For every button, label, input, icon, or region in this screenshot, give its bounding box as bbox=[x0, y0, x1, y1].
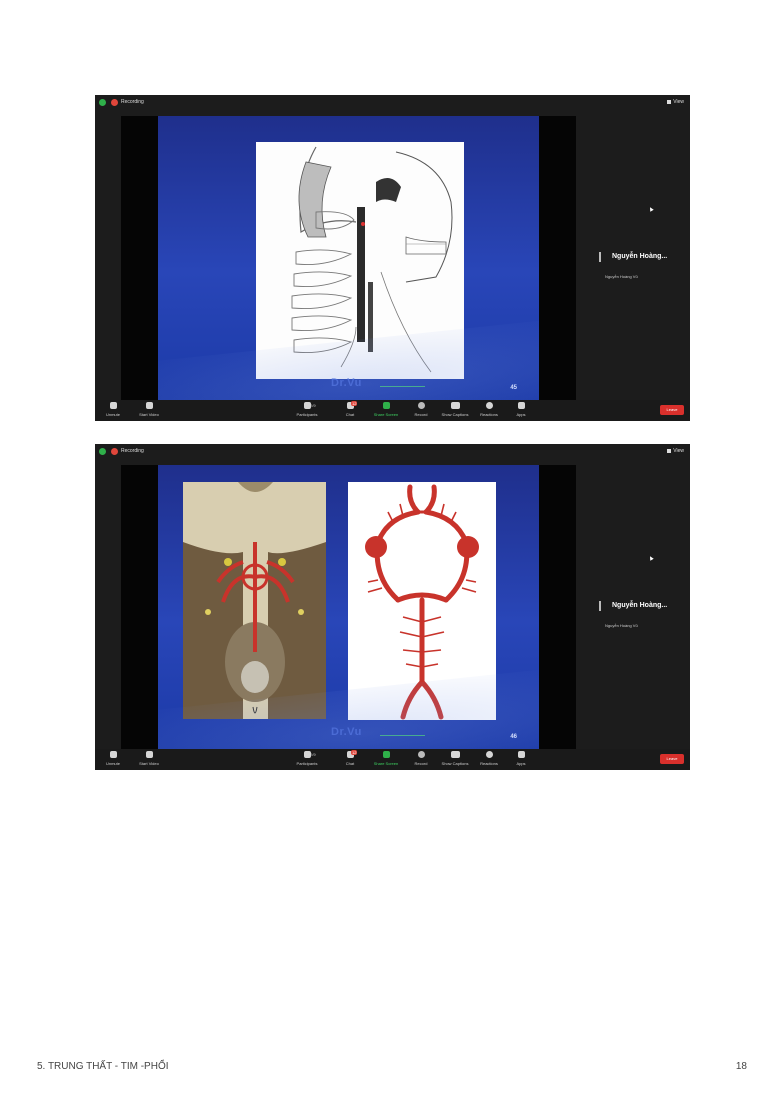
apps-icon bbox=[517, 402, 525, 409]
captions-icon bbox=[450, 402, 460, 409]
shared-screen: Dr.Vu 46 bbox=[121, 465, 576, 749]
presentation-slide: Dr.Vu 46 bbox=[158, 465, 539, 749]
share-screen-icon bbox=[382, 751, 390, 758]
show-captions-button[interactable]: Show Captions bbox=[437, 751, 473, 766]
participants-button[interactable]: 2/9 Participants bbox=[289, 751, 325, 766]
circle-of-willis-diagram bbox=[348, 482, 496, 720]
leave-button[interactable]: Leave bbox=[660, 754, 684, 764]
view-button[interactable]: View bbox=[667, 99, 684, 105]
speaker-indicator bbox=[599, 601, 601, 611]
skull-base-illustration bbox=[183, 482, 326, 719]
shared-screen: Dr.Vu 45 bbox=[121, 116, 576, 400]
recording-label: Recording bbox=[121, 99, 144, 105]
share-screen-button[interactable]: Share Screen bbox=[368, 402, 404, 417]
speaker-name: Nguyễn Hoàng... bbox=[612, 253, 668, 260]
start-video-button[interactable]: Start Video bbox=[131, 751, 167, 766]
zoom-screenshot-2: Recording View Dr.Vu 46 Nguyễn Hoàng... … bbox=[95, 444, 690, 770]
participants-button[interactable]: 2/9 Participants bbox=[289, 402, 325, 417]
leave-button[interactable]: Leave bbox=[660, 405, 684, 415]
meeting-topbar: Recording View bbox=[95, 95, 690, 111]
recording-label: Recording bbox=[121, 448, 144, 454]
share-screen-icon bbox=[382, 402, 390, 409]
speaker-name: Nguyễn Hoàng... bbox=[612, 602, 668, 609]
carotid-lateral-diagram bbox=[256, 142, 464, 379]
microphone-muted-icon bbox=[109, 751, 117, 758]
reactions-icon bbox=[485, 402, 493, 409]
reactions-icon bbox=[485, 751, 493, 758]
speaker-indicator bbox=[599, 252, 601, 262]
apps-button[interactable]: Apps bbox=[503, 751, 539, 766]
reactions-button[interactable]: Reactions bbox=[471, 402, 507, 417]
watermark-underline bbox=[380, 735, 425, 736]
view-button[interactable]: View bbox=[667, 448, 684, 454]
apps-icon bbox=[517, 751, 525, 758]
reactions-button[interactable]: Reactions bbox=[471, 751, 507, 766]
chat-button[interactable]: 12 Chat bbox=[332, 750, 368, 766]
circle-of-willis-drawing bbox=[365, 484, 479, 720]
microphone-muted-icon bbox=[109, 402, 117, 409]
start-video-button[interactable]: Start Video bbox=[131, 402, 167, 417]
chat-button[interactable]: 12 Chat bbox=[332, 401, 368, 417]
video-off-icon bbox=[145, 402, 153, 409]
presentation-slide: Dr.Vu 45 bbox=[158, 116, 539, 400]
slide-watermark: Dr.Vu bbox=[331, 726, 362, 738]
mouse-cursor-icon bbox=[648, 555, 654, 561]
recording-dot-icon bbox=[111, 448, 118, 455]
security-shield-icon[interactable] bbox=[99, 99, 106, 106]
slide-watermark: Dr.Vu bbox=[331, 377, 362, 389]
show-captions-button[interactable]: Show Captions bbox=[437, 402, 473, 417]
recording-dot-icon bbox=[111, 99, 118, 106]
neck-anatomy-drawing bbox=[291, 146, 453, 373]
record-icon bbox=[417, 751, 425, 758]
record-button[interactable]: Record bbox=[403, 402, 439, 417]
watermark-underline bbox=[380, 386, 425, 387]
security-shield-icon[interactable] bbox=[99, 448, 106, 455]
slide-number: 45 bbox=[510, 385, 517, 391]
captions-icon bbox=[450, 751, 460, 758]
unmute-button[interactable]: Unmute bbox=[95, 402, 131, 417]
record-icon bbox=[417, 402, 425, 409]
unmute-button[interactable]: Unmute bbox=[95, 751, 131, 766]
meeting-topbar: Recording View bbox=[95, 444, 690, 460]
video-off-icon bbox=[145, 751, 153, 758]
page-number: 18 bbox=[735, 1061, 747, 1072]
speaker-subtitle: Nguyễn Hoàng Vũ bbox=[605, 274, 638, 279]
meeting-toolbar: Unmute Start Video 2/9 Participants 12 Cha… bbox=[95, 400, 690, 421]
zoom-screenshot-1: Recording View Dr.Vu 45 Nguyễn Hoàng... … bbox=[95, 95, 690, 421]
skull-base-drawing bbox=[183, 482, 326, 719]
mouse-cursor-icon bbox=[648, 206, 654, 212]
slide-number: 46 bbox=[510, 734, 517, 740]
page-footer-title: 5. TRUNG THẤT - TIM -PHỔI bbox=[37, 1061, 169, 1072]
share-screen-button[interactable]: Share Screen bbox=[368, 751, 404, 766]
record-button[interactable]: Record bbox=[403, 751, 439, 766]
meeting-toolbar: Unmute Start Video 2/9 Participants 12 Cha… bbox=[95, 749, 690, 770]
speaker-subtitle: Nguyễn Hoàng Vũ bbox=[605, 623, 638, 628]
apps-button[interactable]: Apps bbox=[503, 402, 539, 417]
